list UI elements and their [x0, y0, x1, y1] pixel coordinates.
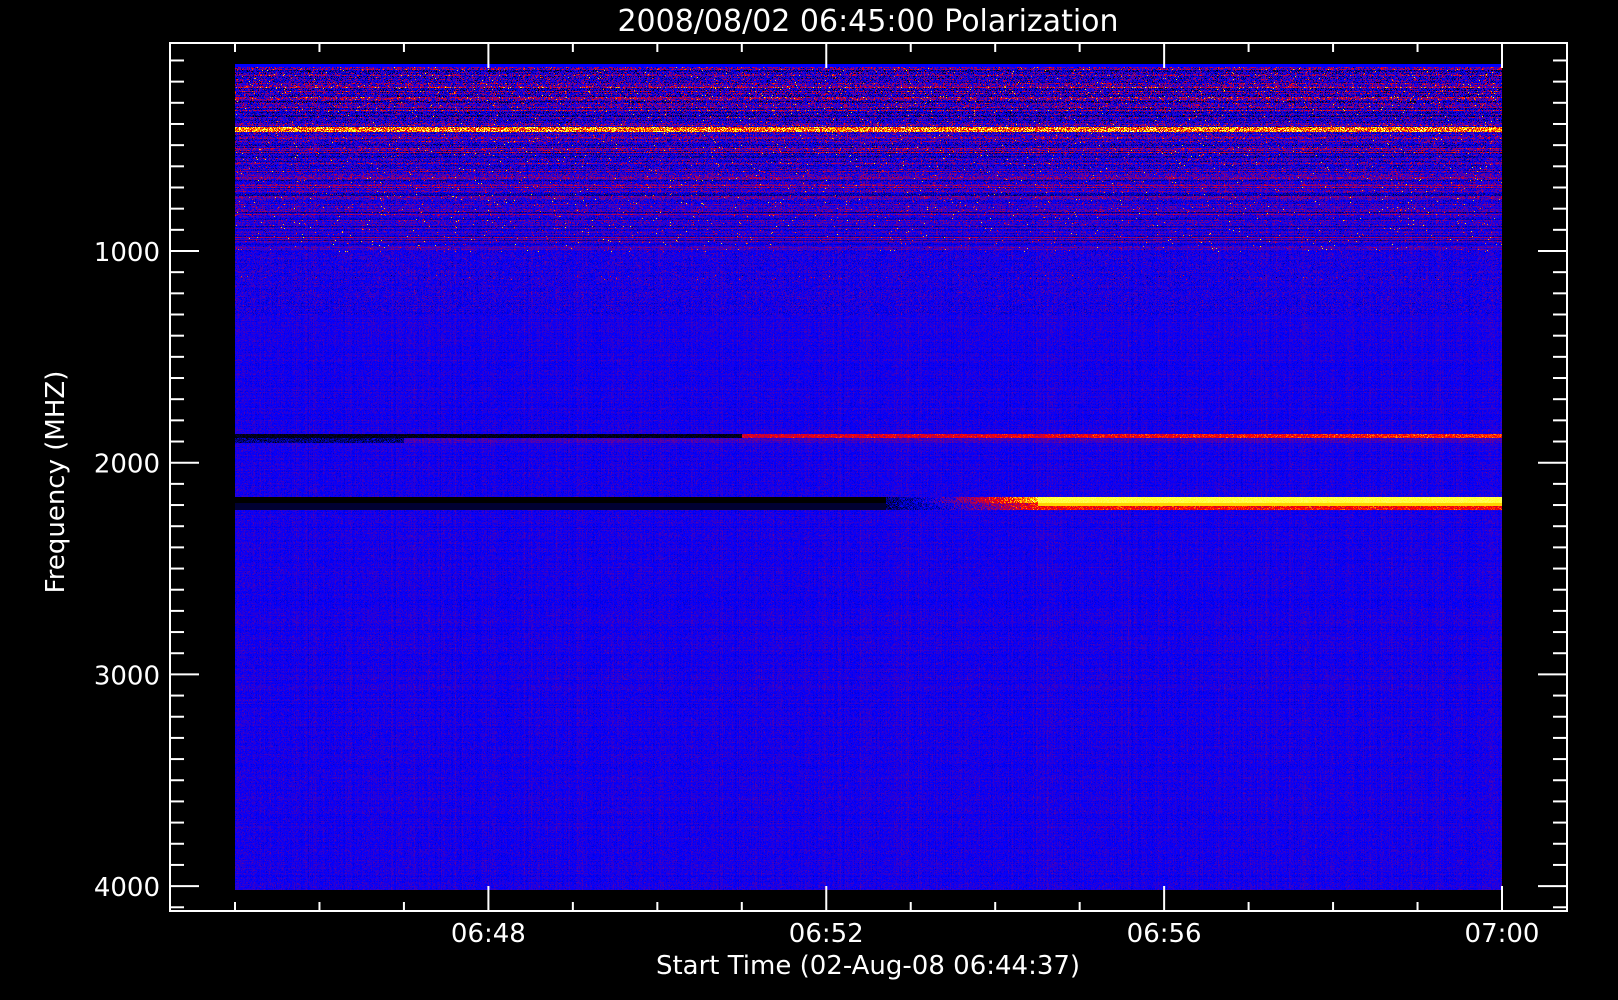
chart-title: 2008/08/02 06:45:00 Polarization — [617, 4, 1118, 39]
x-tick-label: 06:48 — [451, 919, 526, 949]
plot-frame — [169, 42, 1568, 912]
y-tick-label: 1000 — [94, 238, 160, 268]
y-axis-label: Frequency (MHZ) — [41, 371, 71, 594]
y-tick-label: 4000 — [94, 873, 160, 903]
y-tick-label: 2000 — [94, 450, 160, 480]
y-tick-label: 3000 — [94, 661, 160, 691]
y-axis: 1000 2000 3000 4000 — [94, 59, 1567, 909]
x-axis-label: Start Time (02-Aug-08 06:44:37) — [656, 951, 1080, 981]
x-tick-label: 07:00 — [1465, 919, 1540, 949]
x-axis: 06:48 06:52 06:56 07:00 — [234, 43, 1540, 949]
x-tick-label: 06:56 — [1127, 919, 1202, 949]
chart: 2008/08/02 06:45:00 Polarization 06:48 06… — [41, 4, 1568, 981]
x-tick-label: 06:52 — [789, 919, 864, 949]
